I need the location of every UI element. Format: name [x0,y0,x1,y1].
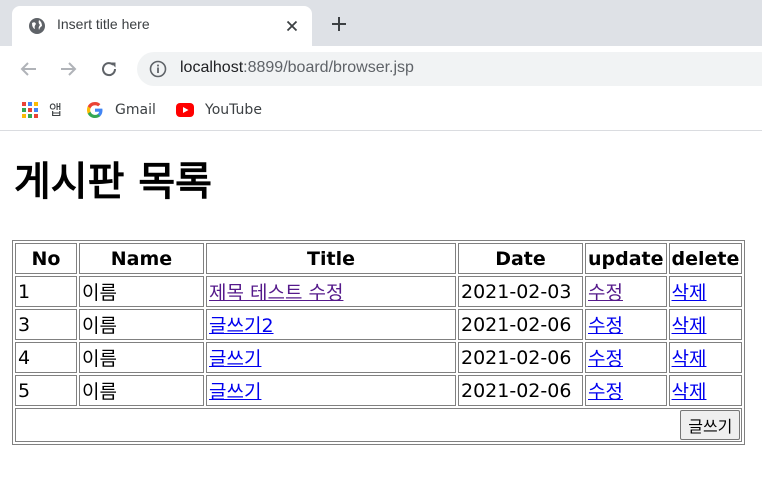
column-header-delete: delete [668,243,743,274]
close-icon[interactable] [284,18,300,34]
write-cell: 글쓰기 [15,408,743,442]
update-link[interactable]: 수정 [588,381,623,403]
column-header-date: Date [458,243,583,274]
bookmark-apps[interactable]: 앱 [22,100,62,120]
table-footer-row: 글쓰기 [15,408,743,442]
delete-link[interactable]: 삭제 [672,348,707,370]
tab-title: Insert title here [57,16,150,32]
write-button[interactable]: 글쓰기 [680,410,741,440]
cell-delete: 삭제 [668,309,743,340]
google-g-icon [87,102,103,118]
title-link[interactable]: 글쓰기 [209,381,261,403]
delete-link[interactable]: 삭제 [672,315,707,337]
info-icon[interactable] [149,60,167,78]
address-bar[interactable]: localhost:8899/board/browser.jsp [137,52,762,86]
bookmarks-bar: 앱 Gmail YouTube [0,92,762,131]
cell-update: 수정 [585,276,667,307]
cell-no: 3 [15,309,77,340]
cell-no: 5 [15,375,77,406]
browser-tab[interactable]: Insert title here [12,6,312,46]
title-link[interactable]: 글쓰기2 [209,315,274,337]
title-link[interactable]: 제목 테스트 수정 [209,282,343,304]
tab-strip: Insert title here [0,0,762,46]
page-title: 게시판 목록 [14,159,212,205]
table-row: 4 이름 글쓰기 2021-02-06 수정 삭제 [15,342,743,373]
forward-arrow-icon[interactable] [57,58,79,80]
table-row: 3 이름 글쓰기2 2021-02-06 수정 삭제 [15,309,743,340]
apps-grid-icon [22,102,38,118]
url-path: :8899/board/browser.jsp [243,59,414,76]
url-text: localhost:8899/board/browser.jsp [180,59,414,77]
bookmark-label: Gmail [115,102,156,118]
cell-date: 2021-02-03 [458,276,583,307]
cell-name: 이름 [79,309,204,340]
cell-no: 1 [15,276,77,307]
cell-title: 제목 테스트 수정 [206,276,456,307]
cell-date: 2021-02-06 [458,342,583,373]
browser-toolbar: localhost:8899/board/browser.jsp [0,46,762,92]
cell-name: 이름 [79,375,204,406]
cell-update: 수정 [585,309,667,340]
column-header-no: No [15,243,77,274]
cell-name: 이름 [79,342,204,373]
cell-delete: 삭제 [668,342,743,373]
cell-name: 이름 [79,276,204,307]
back-arrow-icon[interactable] [18,58,40,80]
update-link[interactable]: 수정 [588,348,623,370]
delete-link[interactable]: 삭제 [672,282,707,304]
bookmark-label: YouTube [205,102,262,118]
table-row: 5 이름 글쓰기 2021-02-06 수정 삭제 [15,375,743,406]
url-host: localhost [180,59,244,76]
cell-update: 수정 [585,342,667,373]
column-header-update: update [585,243,667,274]
delete-link[interactable]: 삭제 [672,381,707,403]
bookmark-gmail[interactable]: Gmail [86,100,156,120]
update-link[interactable]: 수정 [588,315,623,337]
board-table: No Name Title Date update delete 1 이름 제목… [12,240,746,445]
cell-title: 글쓰기2 [206,309,456,340]
cell-delete: 삭제 [668,276,743,307]
table-header-row: No Name Title Date update delete [15,243,743,274]
cell-update: 수정 [585,375,667,406]
cell-date: 2021-02-06 [458,375,583,406]
cell-title: 글쓰기 [206,375,456,406]
column-header-title: Title [206,243,456,274]
youtube-icon [176,103,194,117]
table-row: 1 이름 제목 테스트 수정 2021-02-03 수정 삭제 [15,276,743,307]
title-link[interactable]: 글쓰기 [209,348,261,370]
bookmark-label: 앱 [49,103,62,119]
globe-icon [29,18,45,34]
update-link[interactable]: 수정 [588,282,623,304]
bookmark-youtube[interactable]: YouTube [176,100,262,120]
cell-no: 4 [15,342,77,373]
column-header-name: Name [79,243,204,274]
new-tab-plus-icon[interactable] [330,15,348,33]
cell-date: 2021-02-06 [458,309,583,340]
cell-delete: 삭제 [668,375,743,406]
cell-title: 글쓰기 [206,342,456,373]
reload-icon[interactable] [98,58,120,80]
